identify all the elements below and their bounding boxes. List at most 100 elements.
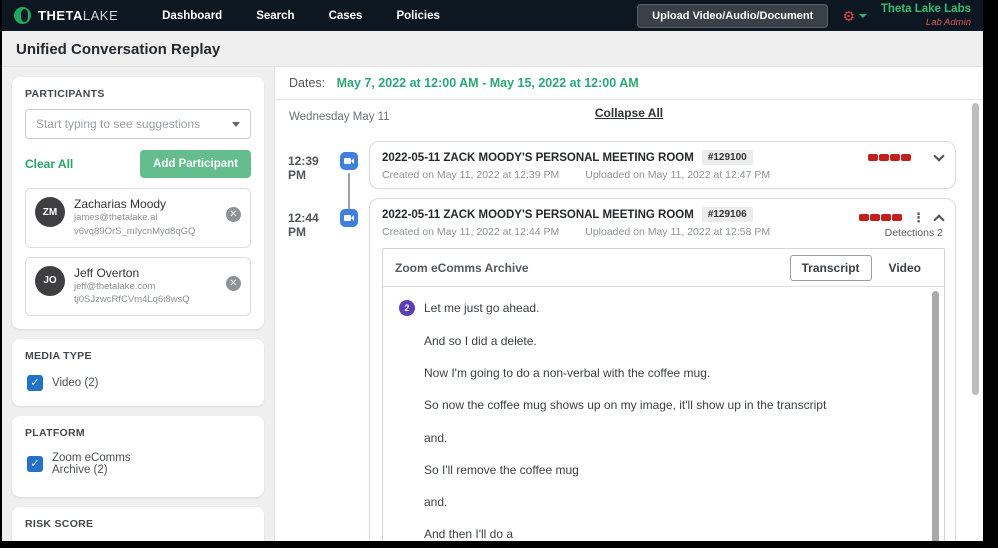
dates-range[interactable]: May 7, 2022 at 12:00 AM - May 15, 2022 a…	[337, 76, 639, 90]
timeline: 12:39 PM 2022-05-11 ZACK MOODY'S PERSONA…	[275, 131, 983, 541]
transcript-text: and.	[424, 430, 448, 445]
screenshot-frame: THETALAKE Dashboard Search Cases Policie…	[0, 0, 998, 548]
checkbox-checked-icon[interactable]: ✓	[27, 456, 43, 473]
brand-logo[interactable]: THETALAKE	[14, 7, 118, 24]
transcript-line: So now the coffee mug shows up on my ima…	[399, 399, 914, 412]
main-scrollbar[interactable]	[972, 103, 979, 395]
app-window: THETALAKE Dashboard Search Cases Policie…	[2, 0, 983, 541]
nav-right: Upload Video/Audio/Document ⚙ Theta Lake…	[637, 3, 971, 28]
participant-id: v6vq89OrS_mIycnMyd8qGQ	[74, 225, 196, 237]
filter-label: Video (2)	[52, 377, 99, 390]
timeline-connector	[348, 173, 350, 211]
risk-segment	[870, 214, 880, 221]
checkbox-checked-icon[interactable]: ✓	[27, 375, 43, 392]
entry-head-right: ⋮ Detections 2	[859, 207, 945, 239]
transcript-text: Now I'm going to do a non-verbal with th…	[424, 366, 711, 381]
participant-details: Zacharias Moody james@thetalake.ai v6vq8…	[74, 197, 195, 239]
video-icon	[340, 209, 358, 227]
participant-id: tj0SJzwcRfCVm4Lq6i8wsQ	[74, 294, 190, 306]
dates-row: Dates: May 7, 2022 at 12:00 AM - May 15,…	[275, 67, 983, 100]
transcript-text: and.	[424, 494, 448, 509]
filter-option: ✓ Zoom eComms Archive (2)	[25, 448, 251, 486]
page-title: Unified Conversation Replay	[16, 41, 221, 58]
chevron-down-icon	[858, 13, 867, 18]
top-nav: THETALAKE Dashboard Search Cases Policie…	[2, 0, 983, 31]
transcript-text: And so I did a delete.	[424, 334, 537, 348]
results-main: Dates: May 7, 2022 at 12:00 AM - May 15,…	[274, 67, 983, 541]
risk-segment	[879, 154, 889, 161]
entry-uploaded: Uploaded on May 11, 2022 at 12:47 PM	[585, 169, 771, 181]
entry-time: 12:44 PM	[288, 211, 319, 239]
nav-item-dashboard[interactable]: Dashboard	[162, 10, 222, 22]
speaker-badge: 2	[399, 300, 415, 316]
conversation-entry: 12:39 PM 2022-05-11 ZACK MOODY'S PERSONA…	[275, 141, 983, 189]
remove-participant-icon[interactable]: ✕	[226, 207, 241, 222]
upload-button[interactable]: Upload Video/Audio/Document	[637, 3, 829, 28]
entry-head-right	[868, 150, 945, 162]
transcript-scrollbar[interactable]	[932, 291, 939, 541]
entry-time: 12:39 PM	[288, 154, 319, 182]
transcript-text: Let me just go ahead.	[424, 301, 540, 315]
filters-sidebar: PARTICIPANTS Start typing to see suggest…	[2, 67, 274, 541]
filter-option: ✓ High Risk. (2)	[25, 539, 251, 541]
nav-item-policies[interactable]: Policies	[396, 10, 439, 22]
transcript-line: Now I'm going to do a non-verbal with th…	[399, 366, 914, 381]
tab-video[interactable]: Video	[878, 256, 932, 280]
risk-segment	[868, 154, 878, 161]
platform-title: PLATFORM	[25, 427, 85, 440]
conversation-card-header[interactable]: 2022-05-11 ZACK MOODY'S PERSONAL MEETING…	[370, 142, 955, 188]
entry-uploaded: Uploaded on May 11, 2022 at 12:58 PM	[585, 226, 771, 238]
transcript-line: and.	[399, 494, 914, 509]
clear-all-link[interactable]: Clear All	[25, 157, 73, 171]
kebab-menu-icon[interactable]: ⋮	[912, 211, 925, 224]
transcript-line: And then I'll do a	[399, 527, 914, 541]
nav-item-cases[interactable]: Cases	[329, 10, 363, 22]
transcript-line: and.	[399, 430, 914, 445]
risk-meter	[868, 154, 911, 161]
participant-search-input[interactable]: Start typing to see suggestions	[25, 109, 251, 139]
account-org: Theta Lake Labs	[880, 2, 971, 15]
chevron-down-icon	[232, 121, 240, 127]
entry-created: Created on May 11, 2022 at 12:44 PM	[382, 226, 560, 238]
entry-id-badge: #129106	[701, 207, 753, 222]
entry-title: 2022-05-11 ZACK MOODY'S PERSONAL MEETING…	[382, 208, 694, 221]
gear-icon: ⚙	[842, 7, 855, 24]
participant-row: ZM Zacharias Moody james@thetalake.ai v6…	[25, 188, 251, 248]
nav-menu: Dashboard Search Cases Policies	[162, 10, 440, 22]
platform-card: PLATFORM ✓ Zoom eComms Archive (2)	[12, 416, 264, 498]
participant-email: jeff@thetalake.com	[74, 280, 156, 292]
replay-panel-header: Zoom eComms Archive Transcript Video	[383, 249, 944, 287]
page-header: Unified Conversation Replay	[2, 31, 983, 67]
entry-created: Created on May 11, 2022 at 12:39 PM	[382, 169, 560, 181]
nav-item-search[interactable]: Search	[256, 10, 294, 22]
source-label: Zoom eComms Archive	[395, 261, 529, 275]
risk-segment	[892, 214, 902, 221]
participant-actions: Clear All Add Participant	[25, 150, 251, 178]
detections-label[interactable]: Detections 2	[885, 227, 943, 239]
dates-label: Dates:	[289, 76, 326, 90]
entry-head-left: 2022-05-11 ZACK MOODY'S PERSONAL MEETING…	[382, 207, 849, 238]
account-role: Lab Admin	[925, 16, 971, 28]
participant-name: Zacharias Moody	[74, 197, 167, 211]
collapse-all-link[interactable]: Collapse All	[275, 106, 983, 120]
risk-score-card: RISK SCORE ✓ High Risk. (2)	[12, 507, 264, 541]
chevron-down-icon[interactable]	[933, 150, 945, 162]
tab-transcript[interactable]: Transcript	[789, 255, 872, 281]
settings-menu[interactable]: ⚙	[842, 9, 867, 23]
risk-segment	[859, 214, 869, 221]
risk-meter	[859, 214, 902, 221]
filter-option: ✓ Video (2)	[25, 371, 251, 395]
conversation-card-header[interactable]: 2022-05-11 ZACK MOODY'S PERSONAL MEETING…	[370, 199, 955, 246]
participant-name: Jeff Overton	[74, 265, 140, 280]
account-info[interactable]: Theta Lake Labs Lab Admin	[881, 3, 971, 28]
transcript-body[interactable]: 2 Let me just go ahead. And so I did a del…	[383, 287, 944, 541]
avatar: JO	[35, 265, 65, 296]
transcript-line: And so I did a delete.	[399, 334, 914, 348]
avatar: ZM	[35, 197, 65, 227]
transcript-text: So I'll remove the coffee mug	[424, 462, 579, 477]
media-type-title: MEDIA TYPE	[25, 350, 92, 363]
conversation-card: 2022-05-11 ZACK MOODY'S PERSONAL MEETING…	[369, 141, 956, 189]
chevron-up-icon[interactable]	[933, 213, 945, 226]
remove-participant-icon[interactable]: ✕	[226, 275, 241, 291]
add-participant-button[interactable]: Add Participant	[140, 150, 251, 178]
